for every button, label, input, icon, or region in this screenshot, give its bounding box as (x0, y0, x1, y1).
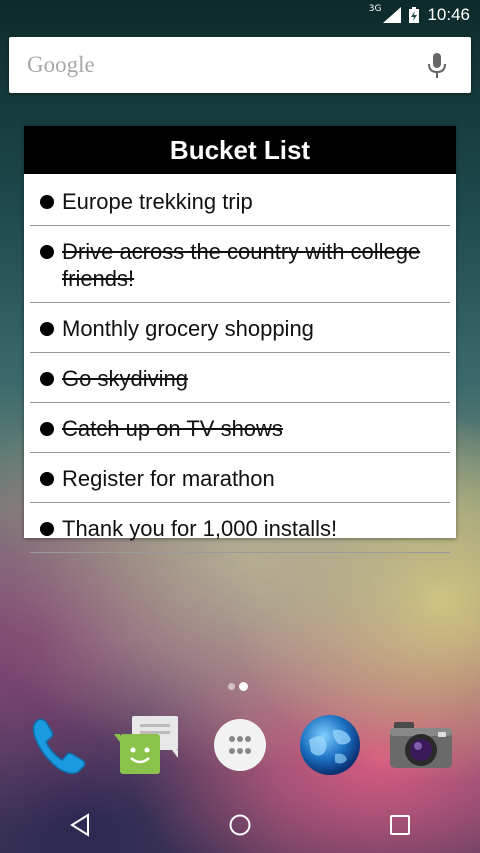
bullet-icon (40, 522, 54, 536)
page-dot (228, 683, 235, 690)
bullet-icon (40, 372, 54, 386)
back-button[interactable] (50, 800, 110, 850)
list-item-text: Catch up on TV shows (62, 416, 283, 441)
camera-icon[interactable] (386, 710, 456, 780)
dock (0, 710, 480, 784)
browser-globe-icon[interactable] (295, 710, 365, 780)
bullet-icon (40, 195, 54, 209)
list-item[interactable]: Monthly grocery shopping (30, 303, 450, 353)
microphone-icon[interactable] (427, 53, 447, 79)
page-dot-active (239, 682, 248, 691)
list-item[interactable]: Drive across the country with college fr… (30, 226, 450, 303)
list-item[interactable]: Catch up on TV shows (30, 403, 450, 453)
app-drawer-icon[interactable] (205, 710, 275, 780)
list-item-text: Register for marathon (62, 466, 275, 491)
list-item-text: Monthly grocery shopping (62, 316, 314, 341)
list-item-text: Drive across the country with college fr… (62, 239, 421, 291)
bullet-icon (40, 422, 54, 436)
bullet-icon (40, 472, 54, 486)
phone-icon[interactable] (24, 710, 94, 780)
bullet-icon (40, 245, 54, 259)
widget-title: Bucket List (24, 126, 456, 174)
page-indicator (228, 682, 248, 691)
google-logo: Google (27, 52, 95, 77)
recents-icon (390, 814, 410, 835)
list-item-text: Thank you for 1,000 installs! (62, 516, 338, 541)
network-type: 3G (368, 4, 382, 14)
bucket-list: Europe trekking trip Drive across the co… (24, 174, 456, 553)
clock: 10:46 (427, 5, 470, 24)
bucket-list-widget: Bucket List Europe trekking trip Drive a… (24, 126, 456, 553)
recents-button[interactable] (370, 800, 430, 850)
navigation-bar (0, 796, 480, 853)
messaging-icon[interactable] (114, 710, 184, 780)
bullet-icon (40, 322, 54, 336)
list-item[interactable]: Europe trekking trip (30, 176, 450, 226)
list-item[interactable]: Go skydiving (30, 353, 450, 403)
list-item[interactable]: Register for marathon (30, 453, 450, 503)
battery-icon (409, 7, 420, 23)
list-item[interactable]: Thank you for 1,000 installs! (30, 503, 450, 553)
signal-icon (383, 7, 402, 23)
home-icon (229, 814, 251, 835)
status-bar: 3G 10:46 (0, 0, 480, 30)
google-search-bar[interactable]: Google (9, 37, 471, 93)
list-item-text: Europe trekking trip (62, 189, 253, 214)
list-item-text: Go skydiving (62, 366, 188, 391)
back-icon (70, 812, 89, 837)
home-button[interactable] (210, 800, 270, 850)
